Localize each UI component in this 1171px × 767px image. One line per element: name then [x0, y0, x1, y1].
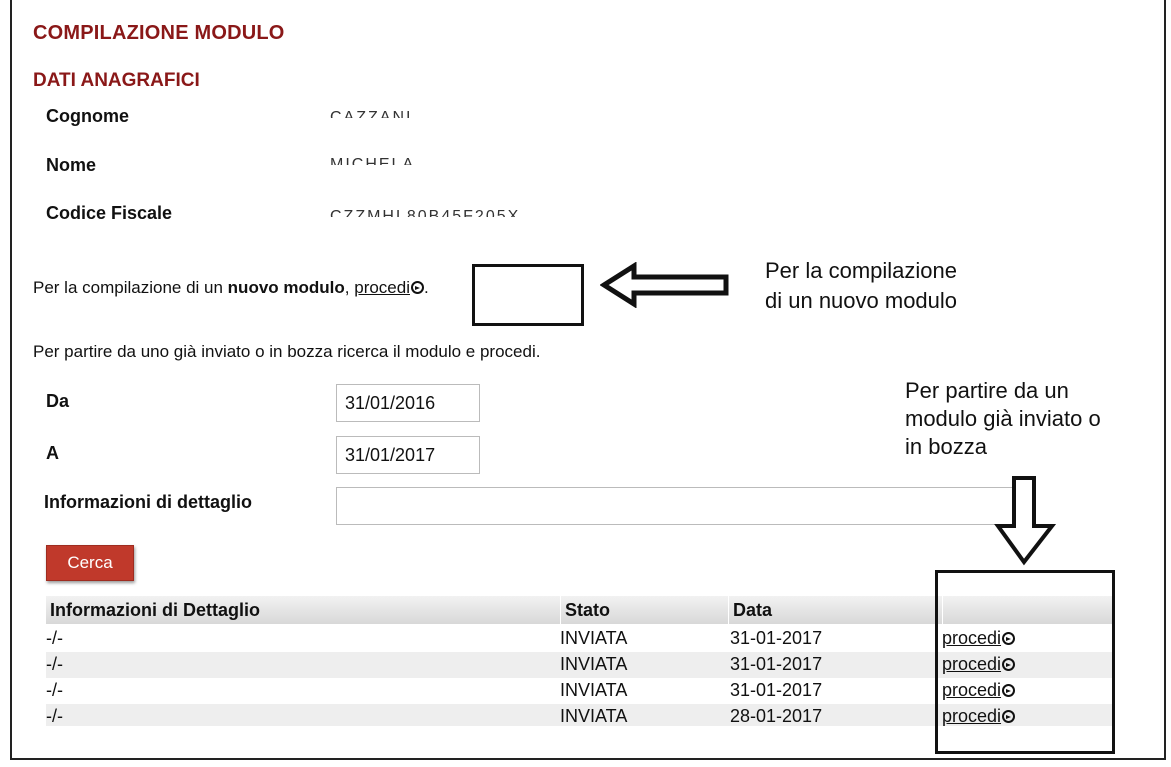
info-dettaglio-input[interactable]: [336, 487, 1036, 525]
cell-info: -/-: [46, 706, 63, 726]
nuovo-modulo-paragraph: Per la compilazione di un nuovo modulo, …: [33, 278, 429, 298]
highlight-box-procedi-column: [935, 570, 1115, 754]
ricerca-paragraph: Per partire da uno già inviato o in bozz…: [33, 342, 541, 361]
nome-label: Nome: [46, 155, 97, 175]
procedi-nuovo-label: procedi: [354, 278, 410, 297]
circle-arrow-right-icon: [411, 281, 424, 294]
annotation-esistente-line2: modulo già inviato o: [905, 406, 1101, 431]
da-date-input[interactable]: [336, 384, 480, 422]
codice-fiscale-value: CZZMHL80B45F205X: [330, 208, 521, 217]
annotation-arrow-left-icon: [600, 262, 729, 308]
cell-info: -/-: [46, 628, 63, 648]
header-info-dettaglio: Informazioni di Dettaglio: [50, 600, 260, 620]
annotation-nuovo-line1: Per la compilazione: [765, 258, 957, 283]
codice-fiscale-label: Codice Fiscale: [46, 203, 173, 223]
cell-stato: INVIATA: [560, 654, 628, 674]
a-label: A: [46, 443, 59, 463]
annotation-nuovo-line2: di un nuovo modulo: [765, 288, 958, 313]
cell-data: 31-01-2017: [730, 680, 823, 700]
cell-stato: INVIATA: [560, 680, 628, 700]
cerca-button[interactable]: Cerca: [46, 545, 134, 581]
nuovo-text-comma: ,: [344, 278, 350, 297]
nuovo-text-after: .: [424, 278, 429, 297]
annotation-esistente-line1: Per partire da un: [905, 378, 1069, 403]
cell-data: 28-01-2017: [730, 706, 823, 726]
annotation-esistente-line3: in bozza: [905, 434, 987, 459]
section-title: DATI ANAGRAFICI: [33, 70, 200, 91]
procedi-nuovo-link[interactable]: procedi: [354, 278, 424, 297]
nome-value: MICHELA: [330, 156, 416, 165]
a-date-input[interactable]: [336, 436, 480, 474]
highlight-box-nuovo: [472, 264, 584, 326]
cognome-label: Cognome: [46, 106, 129, 126]
header-data: Data: [728, 596, 942, 624]
nuovo-text-bold: nuovo modulo: [227, 278, 345, 297]
cell-data: 31-01-2017: [730, 628, 823, 648]
cell-data: 31-01-2017: [730, 654, 823, 674]
cell-info: -/-: [46, 654, 63, 674]
annotation-arrow-down-icon: [994, 476, 1057, 566]
page-title: COMPILAZIONE MODULO: [33, 22, 285, 44]
info-dettaglio-label: Informazioni di dettaglio: [44, 492, 252, 512]
nuovo-text-before: Per la compilazione di un: [33, 278, 228, 297]
cell-stato: INVIATA: [560, 706, 628, 726]
cell-info: -/-: [46, 680, 63, 700]
header-stato: Stato: [560, 596, 728, 624]
cognome-value: CAZZANI: [330, 109, 413, 118]
cell-stato: INVIATA: [560, 628, 628, 648]
da-label: Da: [46, 391, 70, 411]
